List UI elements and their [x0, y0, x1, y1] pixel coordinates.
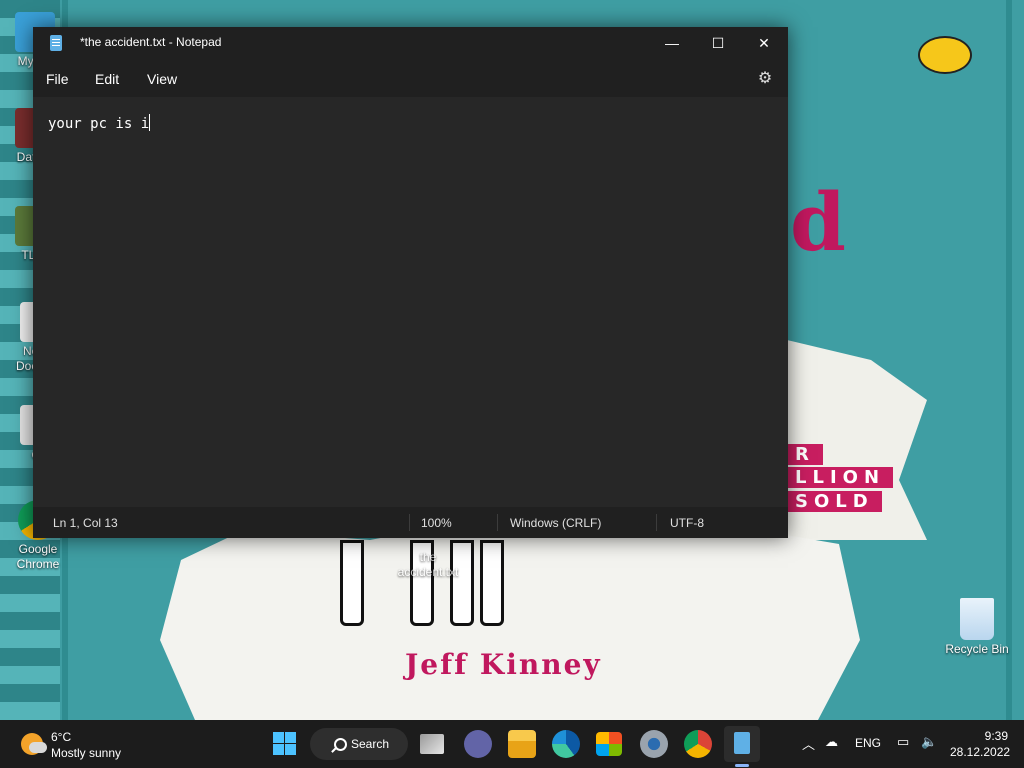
gear-icon: ⚙ [757, 70, 773, 87]
wallpaper-author: Jeff Kinney [405, 648, 602, 681]
maximize-icon: ☐ [711, 34, 725, 51]
weather-description: Mostly sunny [51, 746, 122, 760]
minimize-icon: — [665, 35, 679, 51]
menu-bar: File Edit View [33, 59, 788, 97]
desktop-icon-the-accident-txt[interactable]: the accident.txt [393, 534, 463, 580]
volume-icon[interactable]: 🔈 [921, 734, 937, 750]
status-divider [497, 514, 498, 531]
wallpaper-title-fragment: d [790, 175, 846, 269]
teams-icon[interactable] [464, 730, 492, 758]
start-icon [273, 732, 284, 743]
search-icon [334, 738, 347, 751]
publisher-logo [918, 36, 972, 74]
store-icon[interactable] [596, 732, 622, 756]
maximize-button[interactable]: ☐ [695, 27, 741, 59]
notepad-window[interactable]: *the accident.txt - Notepad — ☐ ✕ File E… [33, 27, 788, 538]
status-divider [409, 514, 410, 531]
close-button[interactable]: ✕ [741, 27, 787, 59]
notepad-icon [734, 732, 750, 754]
text-caret [149, 114, 151, 131]
taskbar-search-button[interactable]: Search [310, 728, 408, 760]
status-divider [656, 514, 657, 531]
status-encoding: UTF-8 [670, 515, 704, 530]
search-label: Search [351, 737, 390, 751]
start-button[interactable] [271, 730, 299, 758]
settings-icon[interactable] [640, 730, 668, 758]
wallpaper-torn-paper [160, 520, 860, 720]
recycle-bin-icon [960, 598, 994, 640]
desktop-icon-recycle-bin[interactable]: Recycle Bin [939, 598, 1015, 657]
chrome-icon[interactable] [684, 730, 712, 758]
wallpaper-banner-line-1: R [787, 444, 823, 465]
taskbar: 6°C Mostly sunny Search ︿ ☁ ENG ▭ 🔈 9:39… [0, 720, 1024, 768]
wallpaper-banner-line-3: SOLD [787, 491, 882, 512]
status-cursor-position: Ln 1, Col 13 [53, 515, 118, 530]
status-zoom: 100% [421, 515, 452, 530]
minimize-button[interactable]: — [649, 27, 695, 59]
notepad-icon [50, 35, 62, 51]
window-title: *the accident.txt - Notepad [80, 35, 222, 49]
edge-icon[interactable] [552, 730, 580, 758]
settings-button[interactable]: ⚙ [755, 68, 775, 88]
task-view-icon[interactable] [420, 734, 444, 754]
display-icon[interactable]: ▭ [897, 734, 909, 750]
network-disconnected-icon[interactable]: ☁ [825, 734, 838, 750]
editor-content: your pc is i [48, 116, 150, 132]
clock-time: 9:39 [984, 729, 1008, 743]
weather-temperature: 6°C [51, 730, 72, 744]
menu-view[interactable]: View [147, 71, 177, 87]
close-icon: ✕ [758, 34, 770, 51]
wallpaper-banner-line-2: LLION [787, 467, 894, 488]
menu-edit[interactable]: Edit [95, 71, 119, 87]
active-app-indicator [735, 764, 749, 767]
text-editor[interactable]: your pc is i [33, 97, 788, 507]
file-explorer-icon[interactable] [508, 730, 536, 758]
language-indicator[interactable]: ENG [855, 736, 881, 750]
chevron-up-icon[interactable]: ︿ [802, 734, 815, 753]
notepad-taskbar-button[interactable] [724, 726, 760, 762]
title-bar[interactable]: *the accident.txt - Notepad — ☐ ✕ [33, 27, 788, 59]
menu-file[interactable]: File [46, 71, 69, 87]
weather-sun-cloud-icon [21, 733, 47, 755]
clock-date: 28.12.2022 [950, 745, 1011, 759]
status-bar: Ln 1, Col 13 100% Windows (CRLF) UTF-8 [33, 507, 788, 538]
status-line-ending: Windows (CRLF) [510, 515, 602, 530]
